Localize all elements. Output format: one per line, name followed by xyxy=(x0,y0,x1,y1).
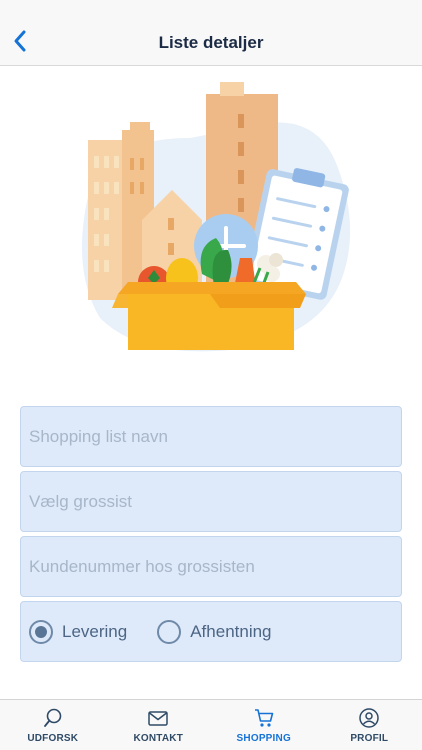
grocery-delivery-illustration xyxy=(82,82,351,352)
mail-icon xyxy=(148,711,168,726)
nav-header: Liste detaljer xyxy=(0,0,422,66)
list-name-field-box xyxy=(20,406,402,467)
tab-contact-label: KONTAKT xyxy=(133,733,184,744)
tab-profile[interactable]: PROFIL xyxy=(317,700,422,750)
wholesaler-field-box xyxy=(20,471,402,532)
tab-explore-label: UDFORSK xyxy=(27,733,79,744)
delivery-radio-option[interactable]: Levering xyxy=(29,619,128,644)
tab-profile-label: PROFIL xyxy=(350,733,389,744)
bottom-tab-bar: UDFORSK KONTAKT SHOPPING PROFIL xyxy=(0,699,422,750)
page-title: Liste detaljer xyxy=(158,33,264,52)
tab-shopping-label: SHOPPING xyxy=(236,733,291,744)
radio-unselected-icon xyxy=(157,619,182,644)
tab-shopping[interactable]: SHOPPING xyxy=(211,700,317,750)
radio-selected-icon xyxy=(29,619,53,644)
pickup-label: Afhentning xyxy=(190,621,272,641)
pickup-radio-option[interactable]: Afhentning xyxy=(157,619,272,644)
cart-icon xyxy=(254,709,274,727)
list-details-form: Levering Afhentning xyxy=(20,406,402,662)
wholesaler-select[interactable] xyxy=(29,491,401,512)
delivery-method-group: Levering Afhentning xyxy=(20,601,402,662)
tab-contact[interactable]: KONTAKT xyxy=(106,700,212,750)
customer-number-field-box xyxy=(20,536,402,597)
customer-number-input[interactable] xyxy=(29,556,401,577)
delivery-label: Levering xyxy=(62,621,128,641)
app-screen: Liste detaljer Shopping list navn Vælg g… xyxy=(0,0,422,750)
list-name-input[interactable] xyxy=(29,426,401,447)
tab-explore[interactable]: UDFORSK xyxy=(0,700,106,750)
search-icon xyxy=(43,708,62,727)
profile-icon xyxy=(359,708,379,728)
